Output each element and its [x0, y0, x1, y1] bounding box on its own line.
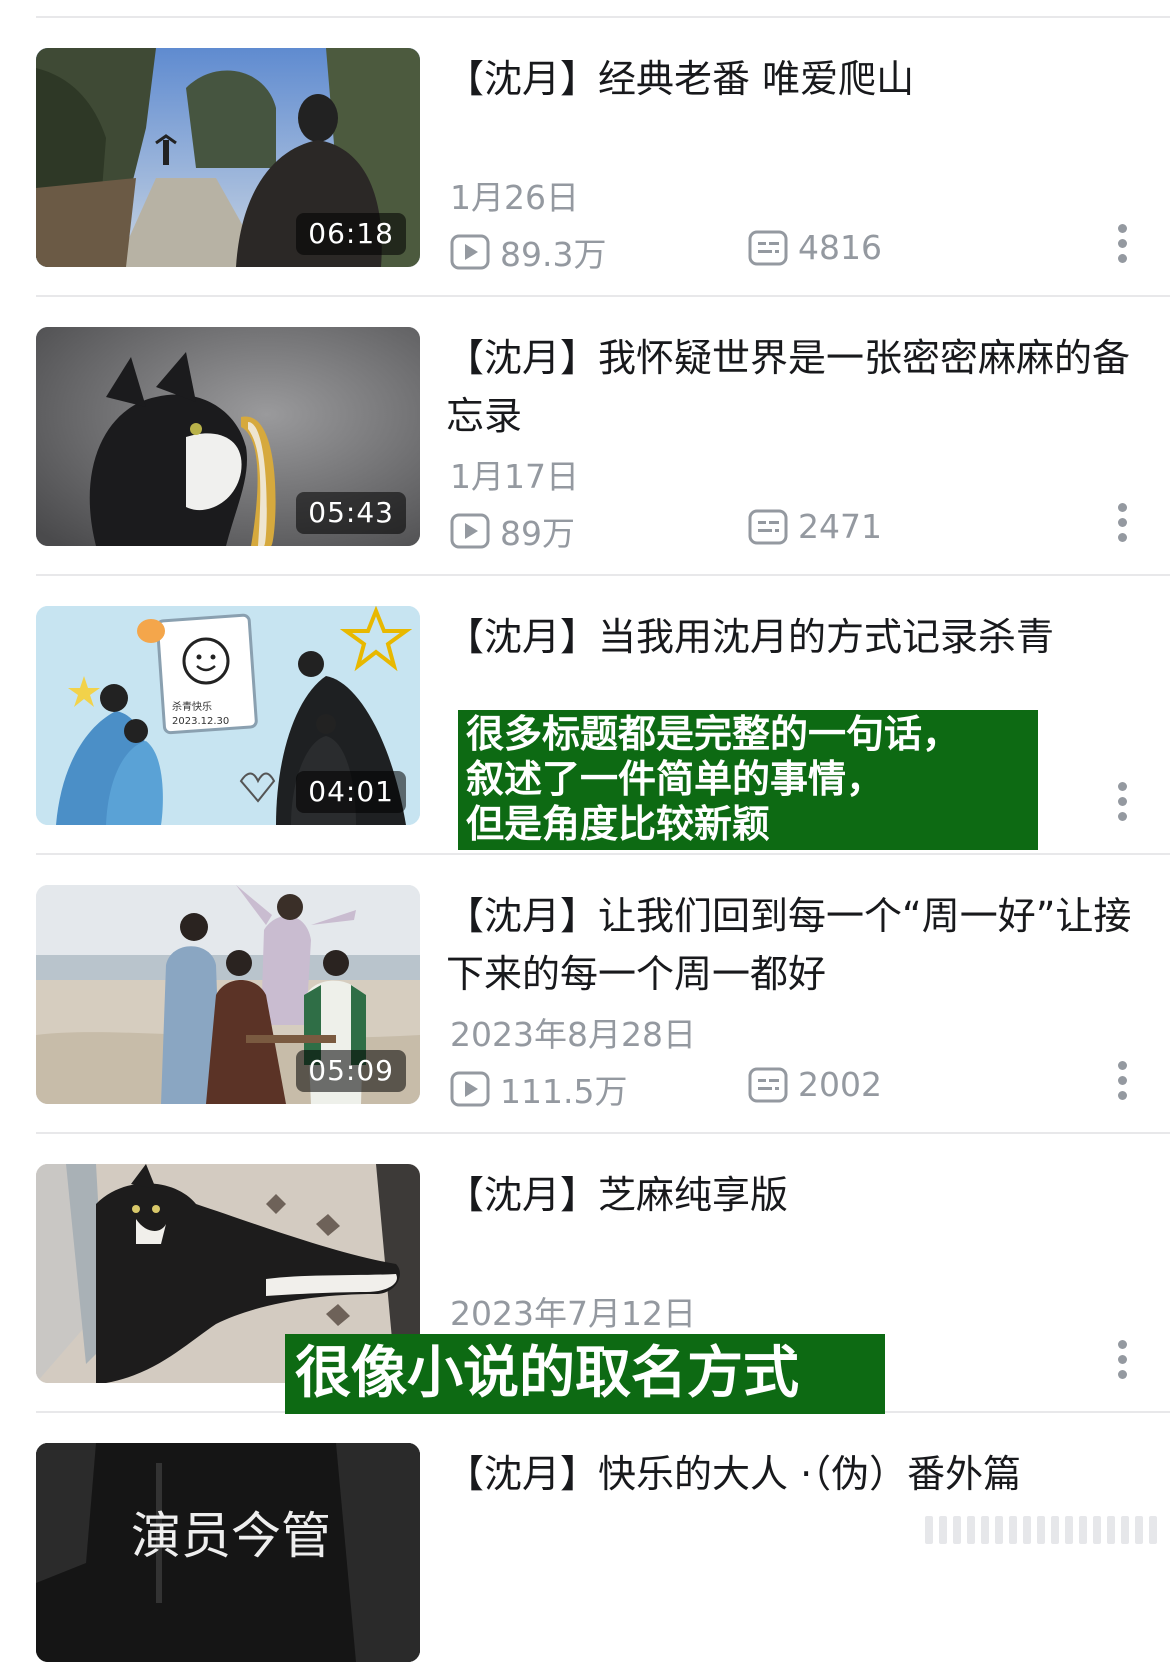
video-item[interactable]: 06:18 【沈月】经典老番 唯爱爬山 1月26日 89.3万 4816	[0, 48, 1170, 274]
divider	[36, 16, 1170, 18]
divider	[36, 574, 1170, 576]
annotation-line: 但是角度比较新颖	[466, 802, 771, 846]
wrap-label-text: 杀青快乐	[172, 700, 212, 713]
video-stats: 89.3万 4816	[450, 228, 1050, 274]
video-thumbnail[interactable]: 演员今管	[36, 1443, 420, 1662]
video-thumbnail[interactable]: 06:18	[36, 48, 420, 267]
video-thumbnail[interactable]: 2023.12.30 杀青快乐 04:01	[36, 606, 420, 825]
thumbnail-night-title: 演员今管	[36, 1443, 420, 1662]
play-count-icon	[450, 1071, 490, 1107]
danmaku-count-value: 2002	[798, 1065, 882, 1104]
view-count: 111.5万	[450, 1065, 627, 1113]
danmaku-count: 2471	[748, 507, 882, 546]
more-vertical-icon[interactable]	[1112, 503, 1132, 547]
video-title[interactable]: 【沈月】让我们回到每一个“周一好”让接下来的每一个周一都好	[446, 887, 1136, 1003]
video-duration: 05:09	[296, 1050, 406, 1092]
danmaku-count-value: 4816	[798, 228, 882, 267]
video-thumbnail[interactable]: 05:09	[36, 885, 420, 1104]
video-duration: 05:43	[296, 492, 406, 534]
video-item[interactable]: 05:09 【沈月】让我们回到每一个“周一好”让接下来的每一个周一都好 2023…	[0, 885, 1170, 1111]
annotation-note: 很多标题都是完整的一句话， 叙述了一件简单的事情， 但是角度比较新颖	[458, 710, 1038, 850]
view-count-value: 89万	[500, 514, 575, 553]
danmaku-count: 2002	[748, 1065, 882, 1104]
danmaku-icon	[748, 509, 788, 544]
scroll-indicator	[925, 1512, 1165, 1548]
danmaku-icon	[748, 1067, 788, 1102]
play-count-icon	[450, 513, 490, 549]
more-vertical-icon[interactable]	[1112, 1061, 1132, 1105]
video-title[interactable]: 【沈月】快乐的大人 ·（伪）番外篇	[446, 1445, 1136, 1503]
video-item[interactable]: 05:43 【沈月】我怀疑世界是一张密密麻麻的备忘录 1月17日 89万 247…	[0, 327, 1170, 553]
more-vertical-icon[interactable]	[1112, 1340, 1132, 1384]
video-item[interactable]: 演员今管 【沈月】快乐的大人 ·（伪）番外篇	[0, 1443, 1170, 1662]
view-count: 89万	[450, 507, 575, 555]
annotation-line: 很多标题都是完整的一句话，	[466, 712, 961, 756]
video-date: 2023年7月12日	[450, 1294, 696, 1333]
video-stats: 89万 2471	[450, 507, 1050, 553]
video-date: 1月17日	[450, 457, 579, 496]
view-count-value: 89.3万	[500, 235, 607, 274]
play-count-icon	[450, 234, 490, 270]
divider	[36, 853, 1170, 855]
annotation-note: 很像小说的取名方式	[285, 1334, 885, 1414]
video-duration: 06:18	[296, 213, 406, 255]
video-title[interactable]: 【沈月】当我用沈月的方式记录杀青	[446, 608, 1136, 666]
video-title[interactable]: 【沈月】经典老番 唯爱爬山	[446, 50, 1136, 108]
video-title[interactable]: 【沈月】芝麻纯享版	[446, 1166, 1136, 1224]
divider	[36, 295, 1170, 297]
video-duration: 04:01	[296, 771, 406, 813]
more-vertical-icon[interactable]	[1112, 782, 1132, 826]
divider	[36, 1132, 1170, 1134]
thumbnail-title-art: 演员今管	[131, 1507, 331, 1565]
danmaku-icon	[748, 230, 788, 265]
video-title[interactable]: 【沈月】我怀疑世界是一张密密麻麻的备忘录	[446, 329, 1136, 445]
danmaku-count-value: 2471	[798, 507, 882, 546]
danmaku-count: 4816	[748, 228, 882, 267]
wrap-date-text: 2023.12.30	[172, 716, 229, 727]
view-count-value: 111.5万	[500, 1072, 628, 1111]
view-count: 89.3万	[450, 228, 606, 276]
video-date: 2023年8月28日	[450, 1015, 696, 1054]
video-stats: 111.5万 2002	[450, 1065, 1050, 1111]
annotation-line: 叙述了一件简单的事情，	[466, 757, 885, 801]
video-thumbnail[interactable]: 05:43	[36, 327, 420, 546]
more-vertical-icon[interactable]	[1112, 224, 1132, 268]
video-date: 1月26日	[450, 178, 579, 217]
